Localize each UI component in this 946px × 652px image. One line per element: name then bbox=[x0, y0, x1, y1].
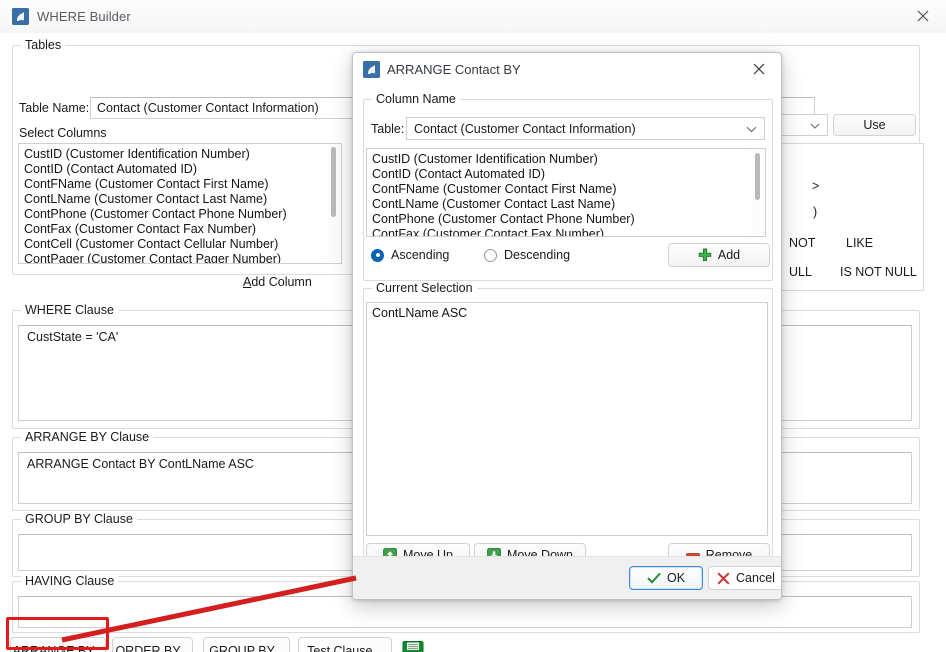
select-columns-option[interactable]: ContLName (Customer Contact Last Name) bbox=[19, 192, 341, 207]
tables-group-legend: Tables bbox=[21, 38, 66, 52]
group-by-clause-legend: GROUP BY Clause bbox=[21, 512, 137, 526]
ascending-radio-label: Ascending bbox=[391, 248, 450, 262]
having-clause-textarea[interactable] bbox=[18, 596, 912, 628]
dialog-cancel-label: Cancel bbox=[736, 571, 775, 585]
add-button[interactable]: Add bbox=[668, 243, 770, 267]
check-icon bbox=[647, 572, 661, 584]
dialog-column-option[interactable]: ContFName (Customer Contact First Name) bbox=[367, 182, 765, 197]
select-columns-options: CustID (Customer Identification Number) C… bbox=[19, 146, 341, 263]
dialog-columns-options: CustID (Customer Identification Number) C… bbox=[367, 151, 765, 236]
group-by-button-label: GROUP BY... bbox=[209, 643, 284, 652]
descending-radio-label: Descending bbox=[504, 248, 571, 262]
dialog-table-combo[interactable]: Contact (Customer Contact Information) bbox=[406, 117, 765, 140]
where-clause-legend: WHERE Clause bbox=[21, 303, 118, 317]
chevron-down-icon bbox=[810, 118, 820, 132]
ascending-radio[interactable]: Ascending bbox=[371, 248, 449, 262]
dialog-columns-scrollbar[interactable] bbox=[751, 150, 764, 235]
select-columns-option[interactable]: ContCell (Customer Contact Cellular Numb… bbox=[19, 237, 341, 252]
dialog-column-option[interactable]: ContPhone (Customer Contact Phone Number… bbox=[367, 212, 765, 227]
arrange-by-clause-legend: ARRANGE BY Clause bbox=[21, 430, 154, 444]
arrange-by-button-label: ARRANGE BY... bbox=[12, 643, 104, 652]
app-icon bbox=[12, 8, 29, 25]
dialog-table-value: Contact (Customer Contact Information) bbox=[414, 122, 636, 136]
use-button[interactable]: Use bbox=[833, 114, 916, 136]
test-clause-button-label: Test Clause... bbox=[307, 643, 383, 652]
save-disk-icon bbox=[402, 641, 424, 652]
x-icon bbox=[717, 571, 730, 585]
plus-icon bbox=[698, 248, 712, 262]
descending-radio[interactable]: Descending bbox=[484, 248, 570, 262]
dialog-table-label: Table: bbox=[371, 122, 405, 136]
select-columns-option[interactable]: ContID (Contact Automated ID) bbox=[19, 162, 341, 177]
select-columns-option[interactable]: ContFax (Customer Contact Fax Number) bbox=[19, 222, 341, 237]
current-selection-legend: Current Selection bbox=[372, 281, 477, 295]
dialog-title: ARRANGE Contact BY bbox=[387, 62, 521, 77]
operator-close-paren[interactable]: ) bbox=[813, 205, 817, 219]
add-column-button[interactable]: Add Column bbox=[243, 275, 312, 289]
close-icon bbox=[753, 63, 765, 75]
current-selection-item[interactable]: ContLName ASC bbox=[367, 306, 767, 321]
having-clause-legend: HAVING Clause bbox=[21, 574, 119, 588]
operator-gt[interactable]: > bbox=[812, 179, 819, 193]
window-title: WHERE Builder bbox=[37, 9, 131, 24]
add-column-label-rest: dd Column bbox=[251, 275, 312, 289]
select-columns-option[interactable]: ContFName (Customer Contact First Name) bbox=[19, 177, 341, 192]
column-name-group-legend: Column Name bbox=[372, 92, 460, 106]
select-columns-scrollbar[interactable] bbox=[327, 145, 340, 262]
dialog-cancel-button[interactable]: Cancel bbox=[708, 566, 781, 590]
operator-not[interactable]: NOT bbox=[789, 236, 815, 250]
dialog-column-option[interactable]: ContFax (Customer Contact Fax Number) bbox=[367, 227, 765, 236]
current-selection-listbox[interactable]: ContLName ASC bbox=[366, 302, 768, 536]
chevron-down-icon bbox=[746, 122, 757, 136]
dialog-column-option[interactable]: ContLName (Customer Contact Last Name) bbox=[367, 197, 765, 212]
dialog-column-option[interactable]: CustID (Customer Identification Number) bbox=[367, 152, 765, 167]
main-window-titlebar: WHERE Builder bbox=[0, 0, 946, 34]
radio-indicator bbox=[484, 248, 497, 262]
dialog-column-option[interactable]: ContID (Contact Automated ID) bbox=[367, 167, 765, 182]
operator-is-not-null[interactable]: IS NOT NULL bbox=[840, 265, 917, 279]
table-name-label: Table Name: bbox=[19, 101, 90, 115]
group-by-button[interactable]: GROUP BY... bbox=[203, 637, 290, 652]
use-button-label: Use bbox=[863, 118, 886, 132]
dialog-columns-listbox[interactable]: CustID (Customer Identification Number) C… bbox=[366, 148, 766, 237]
dialog-footer: OK Cancel bbox=[353, 556, 781, 599]
arrange-by-button[interactable]: ARRANGE BY... bbox=[10, 637, 106, 652]
test-clause-button[interactable]: Test Clause... bbox=[298, 637, 392, 652]
dialog-close-button[interactable] bbox=[737, 53, 781, 85]
dialog-titlebar: ARRANGE Contact BY bbox=[353, 53, 781, 87]
select-columns-option[interactable]: CustID (Customer Identification Number) bbox=[19, 147, 341, 162]
scroll-thumb[interactable] bbox=[755, 153, 760, 200]
arrange-by-dialog: ARRANGE Contact BY Column Name Table: Co… bbox=[352, 52, 782, 600]
operator-is-null[interactable]: ULL bbox=[789, 265, 812, 279]
radio-indicator bbox=[371, 248, 384, 262]
operator-like[interactable]: LIKE bbox=[846, 236, 873, 250]
select-columns-option[interactable]: ContPhone (Customer Contact Phone Number… bbox=[19, 207, 341, 222]
dialog-surface: Column Name Table: Contact (Customer Con… bbox=[353, 86, 781, 599]
order-by-button-label: ORDER BY... bbox=[115, 643, 190, 652]
order-by-button[interactable]: ORDER BY... bbox=[112, 637, 193, 652]
save-button[interactable] bbox=[401, 639, 425, 652]
window-close-button[interactable] bbox=[900, 0, 946, 32]
select-columns-option[interactable]: ContPager (Customer Contact Pager Number… bbox=[19, 252, 341, 263]
select-columns-listbox[interactable]: CustID (Customer Identification Number) C… bbox=[18, 143, 342, 264]
dialog-ok-label: OK bbox=[666, 571, 686, 585]
add-button-label: Add bbox=[717, 248, 741, 262]
scroll-thumb[interactable] bbox=[331, 147, 336, 217]
current-selection-options: ContLName ASC bbox=[367, 306, 767, 321]
dialog-app-icon bbox=[363, 61, 380, 78]
close-icon bbox=[917, 10, 929, 22]
dialog-ok-button[interactable]: OK bbox=[629, 566, 703, 590]
select-columns-label: Select Columns bbox=[19, 126, 107, 140]
